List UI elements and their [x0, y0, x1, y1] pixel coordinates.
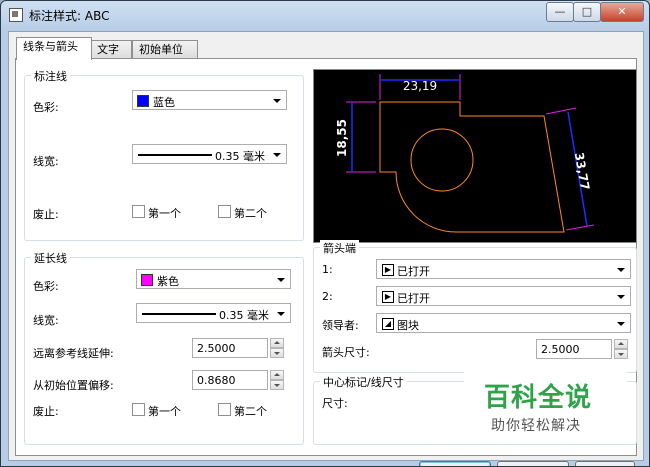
arrow-size-stepper[interactable]: [614, 339, 628, 359]
watermark: 百科全说 助你轻松解决: [464, 369, 627, 439]
first-arrow-select[interactable]: ▶ 已打开: [376, 259, 631, 279]
chevron-down-icon: [273, 153, 281, 157]
extension-line-group: 延长线 色彩: 紫色 线宽: 0.35 毫米 远离参考线延伸: 2.5000 从…: [24, 250, 304, 445]
arrowhead-icon: ▶: [382, 291, 394, 303]
tab-primary-units[interactable]: 初始单位: [132, 40, 198, 59]
offset-origin-input[interactable]: 0.8680: [192, 370, 268, 390]
minimize-button[interactable]: —: [546, 2, 574, 22]
title-bar[interactable]: 标注样式: ABC — □ ✕: [1, 1, 649, 29]
arrow-size-input[interactable]: 2.5000: [536, 339, 612, 359]
offset-label: 从初始位置偏移:: [33, 379, 114, 392]
watermark-tagline: 助你轻松解决: [491, 418, 581, 434]
close-button[interactable]: ✕: [600, 2, 644, 22]
cancel-button[interactable]: 取消: [497, 461, 569, 466]
stepper-down-icon[interactable]: [614, 349, 628, 359]
magenta-swatch-icon: [141, 274, 153, 286]
ext-suppress-first-checkbox[interactable]: 第一个: [132, 403, 192, 418]
chevron-down-icon: [617, 295, 625, 299]
leader-label: 领导者:: [322, 319, 359, 332]
dim-label-top: 23,19: [403, 79, 437, 93]
group-title: 中心标记/线尺寸: [320, 374, 407, 390]
dimension-line-group: 标注线 色彩: 蓝色 线宽: 0.35 毫米 废止: 第一个 第二个: [24, 68, 304, 241]
dialog-window: 标注样式: ABC — □ ✕ 线条与箭头 文字 初始单位 标注线 色彩: 蓝色…: [0, 0, 650, 467]
extend-beyond-input[interactable]: 2.5000: [192, 338, 268, 358]
dim-label-left: 18,55: [335, 119, 349, 157]
app-icon: [9, 8, 23, 22]
group-title: 延长线: [31, 250, 70, 266]
dim-label-right: 33,77: [572, 151, 592, 191]
window-title: 标注样式: ABC: [29, 9, 110, 23]
dim-color-select[interactable]: 蓝色: [132, 90, 287, 110]
leader-arrow-select[interactable]: ◢ 图块: [376, 313, 631, 333]
stepper-down-icon[interactable]: [270, 380, 284, 390]
arrowhead-icon: ▶: [382, 264, 394, 276]
help-button[interactable]: 帮助: [575, 461, 635, 466]
stepper-up-icon[interactable]: [270, 370, 284, 380]
arrow-size-label: 箭头尺寸:: [322, 346, 370, 359]
ext-color-select[interactable]: 紫色: [136, 269, 291, 289]
ext-lineweight-select[interactable]: 0.35 毫米: [136, 303, 291, 323]
extend-stepper[interactable]: [270, 338, 284, 358]
dim-lineweight-select[interactable]: 0.35 毫米: [132, 144, 287, 164]
first-arrow-label: 1:: [322, 263, 333, 276]
width-label: 线宽:: [33, 314, 59, 327]
ext-suppress-second-checkbox[interactable]: 第二个: [218, 403, 278, 418]
chevron-down-icon: [273, 99, 281, 103]
color-label: 色彩:: [33, 280, 59, 293]
watermark-brand: 百科全说: [484, 383, 593, 413]
stepper-down-icon[interactable]: [270, 348, 284, 358]
chevron-down-icon: [277, 312, 285, 316]
group-title: 箭头端: [320, 240, 359, 256]
line-sample-icon: [142, 313, 216, 315]
width-label: 线宽:: [33, 155, 59, 168]
maximize-button[interactable]: □: [573, 2, 601, 22]
offset-stepper[interactable]: [270, 370, 284, 390]
second-arrow-label: 2:: [322, 290, 333, 303]
dimension-preview: 23,19 18,55 33,77: [313, 69, 637, 243]
dim-suppress-first-checkbox[interactable]: 第一个: [132, 205, 192, 220]
center-size-label: 尺寸:: [322, 397, 348, 410]
arrowheads-group: 箭头端 1: ▶ 已打开 2: ▶ 已打开 领导者: ◢ 图块 箭头尺寸: 2.…: [313, 240, 637, 373]
color-label: 色彩:: [33, 101, 59, 114]
suppress-label: 废止:: [33, 405, 59, 418]
chevron-down-icon: [617, 268, 625, 272]
suppress-label: 废止:: [33, 208, 59, 221]
part-hole: [410, 128, 474, 192]
tab-text[interactable]: 文字: [90, 40, 132, 59]
blue-swatch-icon: [137, 95, 149, 107]
block-arrow-icon: ◢: [382, 318, 394, 330]
stepper-up-icon[interactable]: [270, 338, 284, 348]
group-title: 标注线: [31, 68, 70, 84]
stepper-up-icon[interactable]: [614, 339, 628, 349]
preview-drawing: 23,19 18,55 33,77: [335, 74, 595, 233]
tab-lines-arrows[interactable]: 线条与箭头: [16, 37, 92, 60]
dim-suppress-second-checkbox[interactable]: 第二个: [218, 205, 278, 220]
extend-label: 远离参考线延伸:: [33, 347, 114, 360]
ok-button[interactable]: OK: [419, 461, 491, 466]
chevron-down-icon: [617, 322, 625, 326]
line-sample-icon: [138, 154, 212, 156]
second-arrow-select[interactable]: ▶ 已打开: [376, 286, 631, 306]
chevron-down-icon: [277, 278, 285, 282]
